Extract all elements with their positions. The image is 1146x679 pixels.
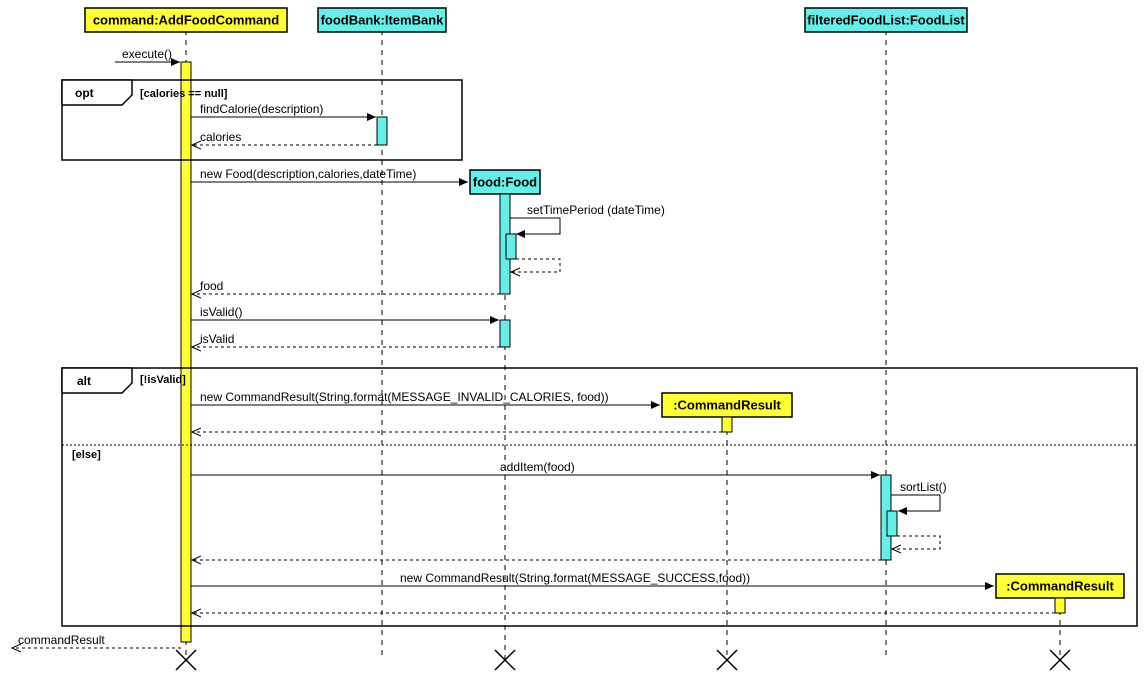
msg-execute-label: execute()	[122, 47, 172, 61]
msg-findcalorie-label: findCalorie(description)	[200, 102, 323, 116]
frame-alt-guard1: [!isValid]	[140, 374, 186, 386]
activation-settimeperiod	[506, 234, 516, 259]
msg-isvalid-return-label: isValid	[200, 332, 234, 346]
activation-isvalid	[500, 320, 510, 347]
destroy-food	[495, 650, 515, 670]
participant-command-label: command:AddFoodCommand	[93, 12, 279, 27]
msg-newfood-label: new Food(description,calories,dateTime)	[200, 167, 416, 181]
msg-newcmdresult-success-label: new CommandResult(String.format(MESSAGE_…	[400, 571, 750, 585]
activation-sortlist	[887, 511, 897, 536]
frame-alt-label: alt	[77, 374, 91, 388]
activation-foodbank	[377, 117, 387, 145]
participant-foodbank-label: foodBank:ItemBank	[321, 12, 445, 27]
frame-alt-guard2: [else]	[72, 449, 101, 461]
frame-opt-label-box	[62, 80, 132, 105]
msg-settimeperiod-return	[511, 259, 560, 272]
msg-sortlist-label: sortList()	[900, 480, 947, 494]
participant-food-label: food:Food	[473, 174, 537, 189]
activation-cmdresult2	[1055, 598, 1065, 613]
participant-cmdresult2-label: :CommandResult	[1006, 578, 1114, 593]
msg-additem-label: addItem(food)	[500, 460, 575, 474]
activation-command	[181, 62, 191, 642]
participant-cmdresult1-label: :CommandResult	[673, 397, 781, 412]
msg-settimeperiod	[510, 218, 560, 234]
msg-settimeperiod-label: setTimePeriod (dateTime)	[527, 203, 665, 217]
frame-alt-label-box	[62, 368, 132, 393]
participant-filteredfoodlist-label: filteredFoodList:FoodList	[807, 12, 965, 27]
msg-sortlist	[891, 495, 940, 511]
frame-opt-label: opt	[75, 86, 94, 100]
msg-food-return-label: food	[200, 279, 223, 293]
msg-calories-return-label: calories	[200, 130, 241, 144]
msg-sortlist-return	[892, 536, 940, 549]
msg-newcmdresult-invalid-label: new CommandResult(String.format(MESSAGE_…	[200, 390, 609, 404]
frame-alt	[62, 368, 1137, 626]
msg-isvalid-label: isValid()	[200, 305, 242, 319]
activation-cmdresult1	[722, 417, 732, 432]
msg-commandresult-return-label: commandResult	[18, 633, 105, 647]
frame-opt-guard: [calories == null]	[140, 88, 228, 100]
